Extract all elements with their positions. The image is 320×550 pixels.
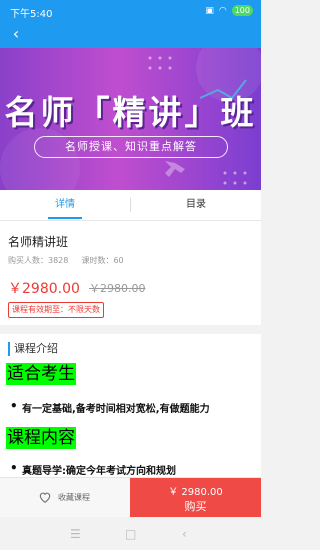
hours-count: 课时数：60 [81,256,124,265]
tab-catalog[interactable]: 目录 [131,190,261,220]
course-title: 名师精讲班 [8,235,69,249]
audience-item: 有一定基础,备考时间相对宽松,有做题能力 [10,399,210,415]
course-info: 名师精讲班 购买人数：3828 课时数：60 ￥2980.00 ￥2980.00… [0,221,261,325]
heart-icon [39,492,51,503]
banner-title: 名师「精讲」班 [4,93,257,132]
buy-label: 购买 [184,500,207,513]
nav-bar: ‹ [0,24,261,48]
bottom-bar: 收藏课程 ￥ 2980.00 购买 [0,477,261,518]
section-title-audience: 适合考生 [6,363,76,385]
system-nav-bar: ☰ □ ‹ [0,517,261,550]
buy-price: ￥ 2980.00 [168,487,223,498]
tab-bar: 详情 目录 [0,190,261,221]
validity-badge: 课程有效期至：不限天数 [8,302,104,318]
banner-subtitle: 名师授课、知识重点解答 [34,136,228,158]
menu-icon[interactable]: ☰ [70,527,81,541]
status-bar: 下午5:40 ▣ ◠ 100 [0,0,261,24]
course-intro: 课程介绍 适合考生 有一定基础,备考时间相对宽松,有做题能力 课程内容 真题导学… [0,334,261,480]
active-tab-indicator [48,217,82,219]
content-item: 真题导学:确定今年考试方向和规划 [10,461,176,477]
back-nav-icon[interactable]: ‹ [182,527,187,541]
intro-heading: 课程介绍 [8,342,58,356]
wifi-icon: ◠ [218,5,227,16]
tab-details[interactable]: 详情 [0,190,130,220]
home-icon[interactable]: □ [125,527,136,541]
favorite-button[interactable]: 收藏课程 [0,478,130,518]
signal-icon: ▣ [205,5,214,16]
original-price: ￥2980.00 [89,282,146,295]
buyers-count: 购买人数：3828 [8,256,69,265]
status-time: 下午5:40 [10,9,53,20]
course-meta: 购买人数：3828 课时数：60 [8,255,124,266]
course-banner: 名师「精讲」班 名师授课、知识重点解答 [0,48,261,190]
course-price: ￥2980.00 [8,281,80,297]
battery-icon: 100 [231,5,253,16]
section-title-content: 课程内容 [6,427,76,449]
status-icons: ▣ ◠ 100 [205,5,253,16]
back-icon[interactable]: ‹ [4,24,28,48]
buy-button[interactable]: ￥ 2980.00 购买 [130,478,261,518]
favorite-label: 收藏课程 [58,493,90,502]
